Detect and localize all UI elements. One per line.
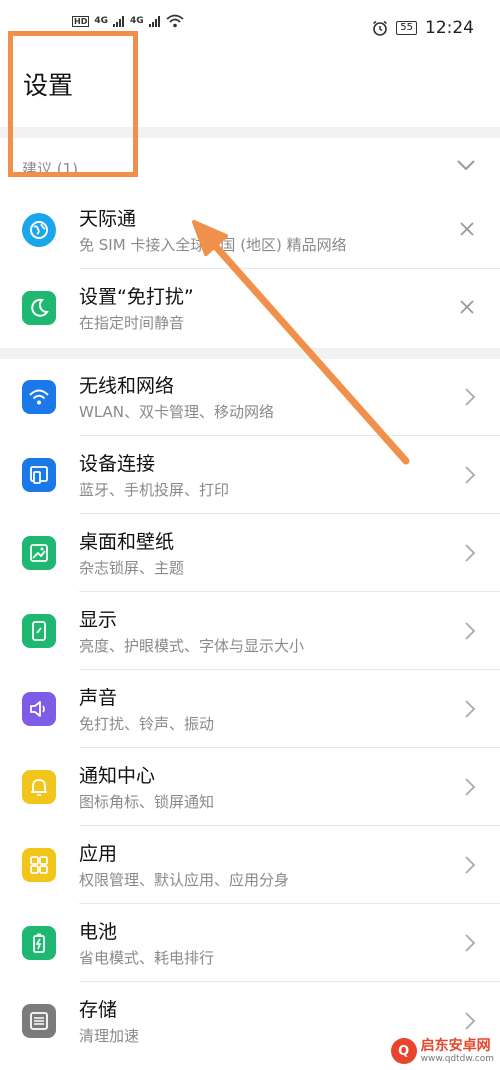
watermark-url: www.qdtdw.com xyxy=(420,1053,494,1064)
annotation-arrow xyxy=(192,220,410,465)
watermark: Q 启东安卓网 www.qdtdw.com xyxy=(386,1036,498,1066)
watermark-name: 启东安卓网 xyxy=(420,1037,491,1054)
watermark-logo: Q xyxy=(390,1038,417,1064)
